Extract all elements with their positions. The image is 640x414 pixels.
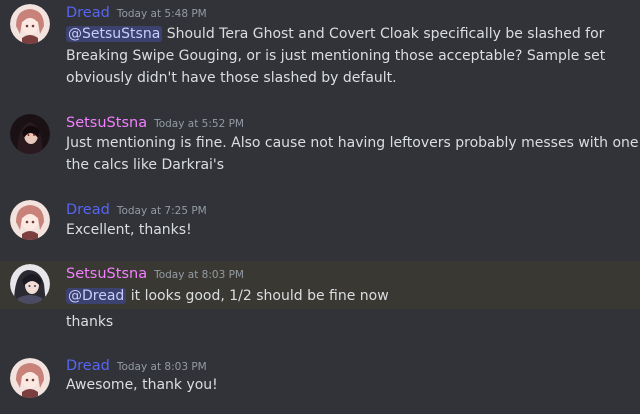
avatar[interactable]	[10, 200, 50, 240]
message-group: SetsuStsna Today at 8:03 PM @Dread it loo…	[0, 261, 640, 309]
message-text: Should Tera Ghost and Covert Cloak speci…	[162, 26, 605, 42]
message-text: it looks good, 1/2 should be fine now	[126, 288, 389, 304]
timestamp: Today at 5:52 PM	[154, 118, 244, 130]
message-line: Just mentioning is fine. Also cause not …	[66, 135, 640, 151]
username[interactable]: Dread Today at 7:25 PM	[66, 201, 207, 220]
username-text[interactable]: Dread	[66, 358, 110, 374]
timestamp: Today at 8:03 PM	[154, 269, 244, 281]
message-group: Dread Today at 7:25 PM Excellent, thanks!	[0, 196, 640, 248]
avatar[interactable]	[10, 114, 50, 154]
message-line: Excellent, thanks!	[66, 222, 192, 238]
message-line: obviously didn't have those slashed by d…	[66, 70, 397, 86]
username-text[interactable]: SetsuStsna	[66, 266, 147, 282]
message-line: thanks	[66, 314, 114, 330]
username-text[interactable]: SetsuStsna	[66, 115, 147, 131]
avatar[interactable]	[10, 4, 50, 44]
timestamp: Today at 5:48 PM	[116, 8, 207, 20]
message-line: Awesome, thank you!	[66, 377, 218, 393]
message-group: SetsuStsna Today at 5:52 PM Just mentioni…	[0, 108, 640, 182]
message-line: @Dread it looks good, 1/2 should be fine…	[66, 285, 389, 307]
avatar[interactable]	[10, 264, 50, 304]
username-text[interactable]: Dread	[66, 202, 110, 218]
timestamp: Today at 8:03 PM	[116, 361, 207, 373]
username[interactable]: SetsuStsna Today at 8:03 PM	[66, 265, 244, 284]
username[interactable]: SetsuStsna Today at 5:52 PM	[66, 114, 244, 133]
user-mention[interactable]: @Dread	[66, 288, 127, 304]
timestamp: Today at 7:25 PM	[116, 205, 207, 217]
username-text[interactable]: Dread	[66, 5, 110, 21]
message-line: Breaking Swipe Gouging, or is just menti…	[66, 48, 606, 64]
message-group: Dread Today at 8:03 PM Awesome, thank you…	[0, 352, 640, 414]
avatar[interactable]	[10, 358, 50, 398]
message-line: @SetsuStsna Should Tera Ghost and Covert…	[66, 23, 604, 45]
username[interactable]: Dread Today at 5:48 PM	[66, 4, 207, 23]
message-line: the calcs like Darkrai's	[66, 157, 225, 173]
message-group: Dread Today at 5:48 PM @SetsuStsna Should…	[0, 0, 640, 96]
user-mention[interactable]: @SetsuStsna	[66, 26, 163, 42]
